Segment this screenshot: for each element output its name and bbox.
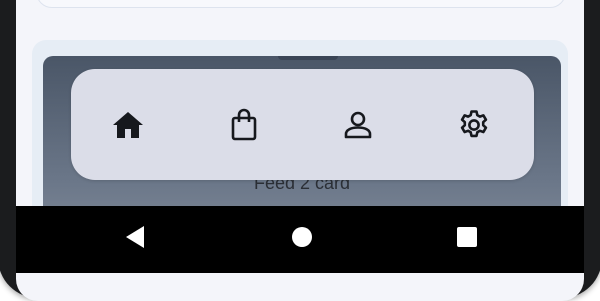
- card-handle: [278, 56, 338, 60]
- nav-item-settings[interactable]: [439, 69, 509, 180]
- app-viewport: Feed 2 card: [0, 0, 600, 301]
- gear-icon: [458, 109, 490, 141]
- nav-item-home[interactable]: [93, 69, 163, 180]
- phone-screen: Feed 2 card: [16, 0, 584, 301]
- home-icon: [112, 110, 144, 140]
- system-recents-button[interactable]: [437, 206, 497, 273]
- previous-feed-card[interactable]: [36, 0, 566, 8]
- system-navigation-bar: [16, 206, 584, 273]
- shopping-bag-icon: [230, 108, 258, 142]
- nav-item-profile[interactable]: [323, 69, 393, 180]
- system-home-button[interactable]: [272, 206, 332, 273]
- nav-item-shop[interactable]: [209, 69, 279, 180]
- bottom-navigation-bar: [71, 69, 534, 180]
- home-circle-icon: [291, 226, 313, 253]
- back-triangle-icon: [124, 225, 146, 254]
- person-icon: [343, 110, 373, 140]
- recents-square-icon: [456, 226, 478, 253]
- system-back-button[interactable]: [105, 206, 165, 273]
